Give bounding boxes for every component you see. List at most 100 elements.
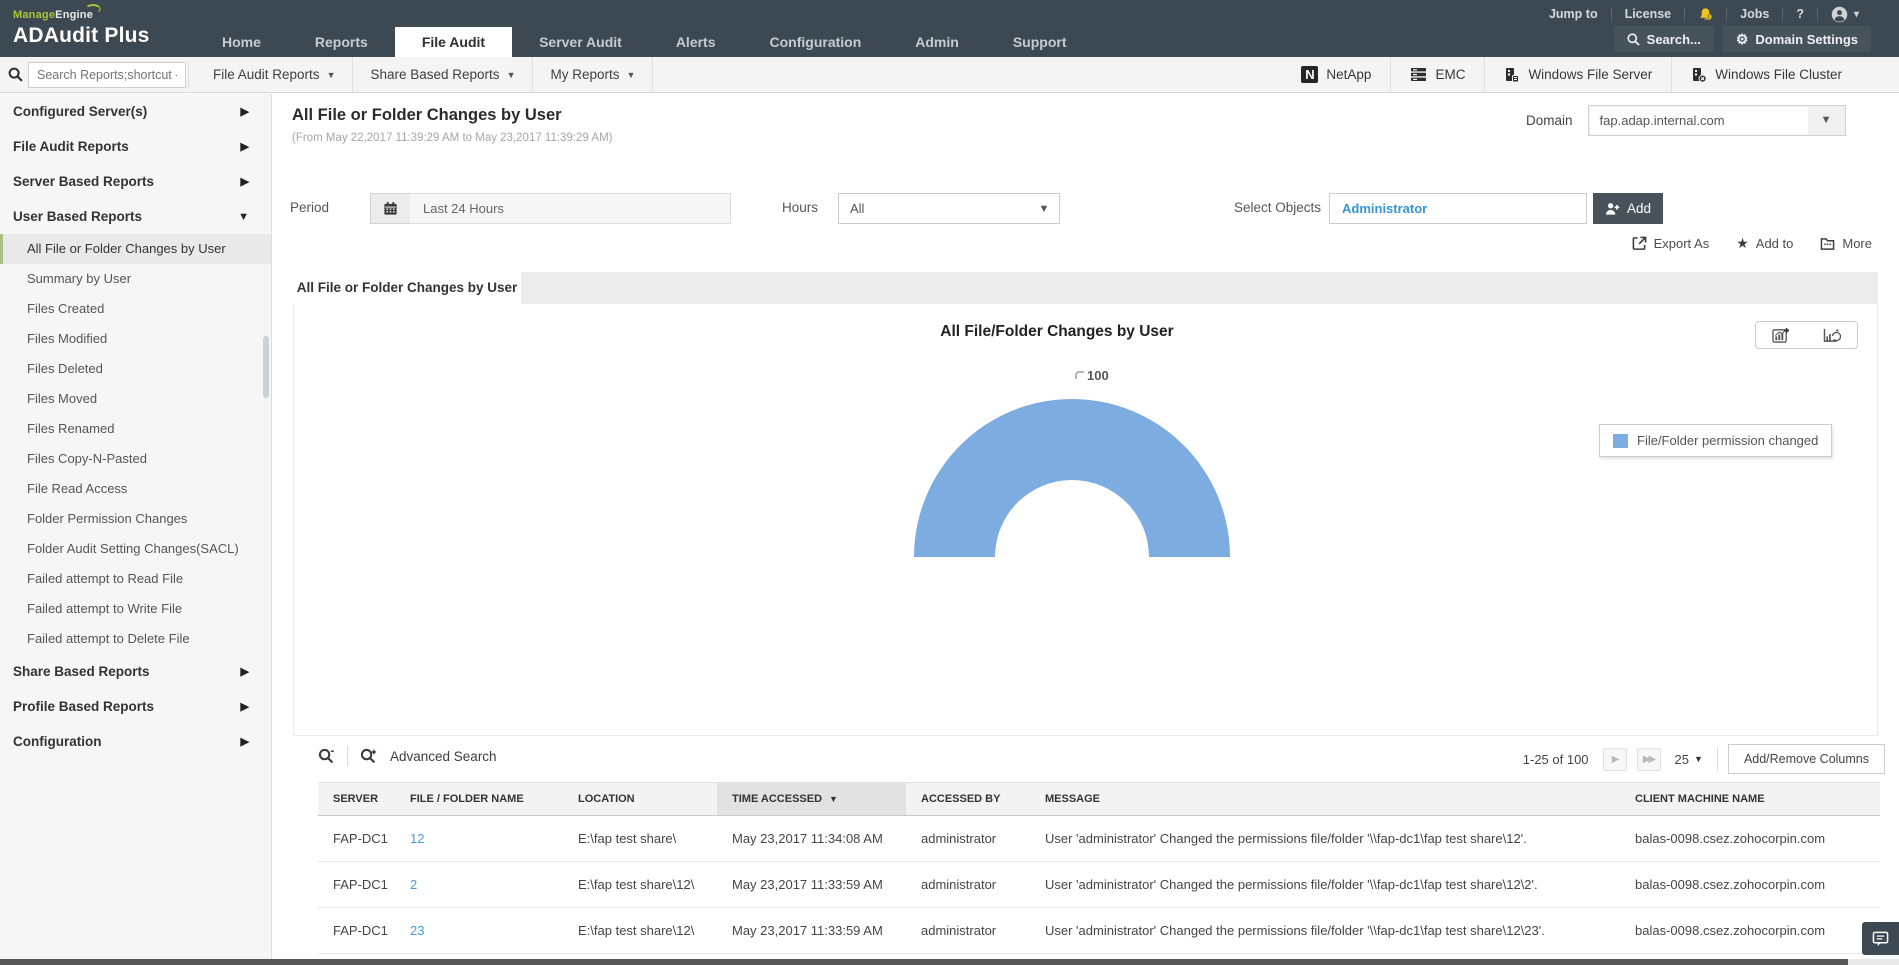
chart-panel: All File/Folder Changes by User 100 File… xyxy=(293,304,1878,736)
refresh-chart-icon[interactable] xyxy=(1823,327,1841,343)
sidebar-item-files-modified[interactable]: Files Modified xyxy=(0,324,271,354)
select-objects-field[interactable]: Administrator xyxy=(1329,193,1587,224)
nav-tab-home[interactable]: Home xyxy=(195,27,288,57)
results-table: SERVER FILE / FOLDER NAME LOCATION TIME … xyxy=(318,782,1880,954)
sidebar-item-all-file-folder-changes-by-user[interactable]: All File or Folder Changes by User xyxy=(0,234,271,264)
jump-to-link[interactable]: Jump to xyxy=(1549,7,1598,21)
report-content: All File or Folder Changes by User (From… xyxy=(273,94,1899,965)
export-as-button[interactable]: Export As xyxy=(1632,236,1710,251)
nav-tab-configuration[interactable]: Configuration xyxy=(743,27,889,57)
sidebar-item-files-created[interactable]: Files Created xyxy=(0,294,271,324)
column-search-icon[interactable] xyxy=(318,748,335,765)
cell-message: User 'administrator' Changed the permiss… xyxy=(1030,816,1620,862)
chart-legend[interactable]: File/Folder permission changed xyxy=(1599,424,1832,457)
nav-tab-file-audit[interactable]: File Audit xyxy=(395,27,512,57)
nav-tab-reports[interactable]: Reports xyxy=(288,27,395,57)
sidebar-item-failed-attempt-to-write-file[interactable]: Failed attempt to Write File xyxy=(0,594,271,624)
notification-bell-icon[interactable]: ! xyxy=(1698,7,1713,22)
file-folder-link[interactable]: 23 xyxy=(395,908,563,954)
column-header-message[interactable]: MESSAGE xyxy=(1030,783,1620,816)
cell-accessed-by: administrator xyxy=(906,816,1030,862)
brand-logo[interactable]: ManageEngine ADAudit Plus xyxy=(13,5,150,48)
menu-my-reports[interactable]: My Reports▼ xyxy=(533,57,653,92)
advanced-search-icon[interactable] xyxy=(360,748,378,765)
help-link[interactable]: ? xyxy=(1796,7,1804,21)
add-object-button[interactable]: Add xyxy=(1593,193,1663,224)
table-toolbar-left: Advanced Search xyxy=(318,746,497,766)
cell-message: User 'administrator' Changed the permiss… xyxy=(1030,908,1620,954)
sidebar-item-files-deleted[interactable]: Files Deleted xyxy=(0,354,271,384)
netapp-link[interactable]: N NetApp xyxy=(1282,57,1390,92)
sidebar-section-configuration[interactable]: Configuration▶ xyxy=(0,724,271,759)
more-button[interactable]: More xyxy=(1820,236,1872,251)
cell-time-accessed: May 23,2017 11:33:59 AM xyxy=(717,862,906,908)
horizontal-scrollbar-thumb[interactable] xyxy=(0,959,1848,965)
add-remove-columns-button[interactable]: Add/Remove Columns xyxy=(1728,744,1885,774)
sidebar-section-user-based-reports[interactable]: User Based Reports▼ xyxy=(0,199,271,234)
semi-donut-chart[interactable] xyxy=(914,399,1230,557)
column-header-server[interactable]: SERVER xyxy=(318,783,395,816)
file-folder-link[interactable]: 12 xyxy=(395,816,563,862)
hours-select[interactable]: All ▼ xyxy=(838,193,1060,224)
file-folder-link[interactable]: 2 xyxy=(395,862,563,908)
domain-settings-button[interactable]: ⚙ Domain Settings xyxy=(1723,26,1871,52)
windows-file-cluster-link[interactable]: Windows File Cluster xyxy=(1671,57,1861,92)
column-header-accessed-by[interactable]: ACCESSED BY xyxy=(906,783,1030,816)
nav-tab-support[interactable]: Support xyxy=(986,27,1094,57)
jobs-link[interactable]: Jobs xyxy=(1740,7,1769,21)
calendar-button[interactable] xyxy=(370,193,411,224)
sidebar-section-configured-servers[interactable]: Configured Server(s)▶ xyxy=(0,94,271,129)
nav-tab-server-audit[interactable]: Server Audit xyxy=(512,27,649,57)
period-label: Period xyxy=(290,200,329,215)
cell-accessed-by: administrator xyxy=(906,862,1030,908)
license-link[interactable]: License xyxy=(1625,7,1672,21)
chat-feedback-button[interactable] xyxy=(1862,922,1899,955)
divider xyxy=(1611,8,1612,21)
sidebar-item-failed-attempt-to-read-file[interactable]: Failed attempt to Read File xyxy=(0,564,271,594)
table-row: FAP-DC1 23 E:\fap test share\12\ May 23,… xyxy=(318,908,1880,954)
chevron-down-icon: ▾ xyxy=(1854,9,1859,20)
period-value-field[interactable]: Last 24 Hours xyxy=(410,193,731,224)
column-header-location[interactable]: LOCATION xyxy=(563,783,717,816)
chevron-down-icon: ▼ xyxy=(327,70,336,80)
sidebar-item-files-copy-n-pasted[interactable]: Files Copy-N-Pasted xyxy=(0,444,271,474)
global-search-button[interactable]: Search... xyxy=(1614,26,1714,52)
table-header-row: SERVER FILE / FOLDER NAME LOCATION TIME … xyxy=(318,783,1880,816)
sidebar-scrollbar[interactable] xyxy=(263,336,269,398)
sidebar-item-files-renamed[interactable]: Files Renamed xyxy=(0,414,271,444)
page-size-select[interactable]: 25 ▼ xyxy=(1675,752,1703,767)
sidebar-section-file-audit-reports[interactable]: File Audit Reports▶ xyxy=(0,129,271,164)
add-chart-icon[interactable] xyxy=(1772,327,1790,343)
column-header-time-accessed[interactable]: TIME ACCESSED▼ xyxy=(717,783,906,816)
column-header-file-folder-name[interactable]: FILE / FOLDER NAME xyxy=(395,783,563,816)
sidebar-item-folder-audit-setting-changes-sacl[interactable]: Folder Audit Setting Changes(SACL) xyxy=(0,534,271,564)
domain-select[interactable]: fap.adap.internal.com ▼ xyxy=(1588,105,1846,136)
add-to-favorites-button[interactable]: ★ Add to xyxy=(1736,235,1793,252)
sidebar-item-files-moved[interactable]: Files Moved xyxy=(0,384,271,414)
chevron-down-icon: ▼ xyxy=(1029,203,1059,215)
sidebar-section-share-based-reports[interactable]: Share Based Reports▶ xyxy=(0,654,271,689)
sidebar-item-file-read-access[interactable]: File Read Access xyxy=(0,474,271,504)
menu-file-audit-reports[interactable]: File Audit Reports▼ xyxy=(196,57,353,92)
column-header-client-machine-name[interactable]: CLIENT MACHINE NAME xyxy=(1620,783,1880,816)
user-menu[interactable]: ▾ xyxy=(1831,6,1859,23)
next-page-button[interactable]: ▶ xyxy=(1603,748,1627,771)
report-tab-strip: All File or Folder Changes by User xyxy=(293,272,1878,304)
sidebar-item-failed-attempt-to-delete-file[interactable]: Failed attempt to Delete File xyxy=(0,624,271,654)
main-nav: Home Reports File Audit Server Audit Ale… xyxy=(195,27,1093,57)
emc-link[interactable]: EMC xyxy=(1390,57,1484,92)
menu-share-based-reports[interactable]: Share Based Reports▼ xyxy=(353,57,533,92)
sidebar-section-server-based-reports[interactable]: Server Based Reports▶ xyxy=(0,164,271,199)
tab-all-file-folder-changes-by-user[interactable]: All File or Folder Changes by User xyxy=(293,272,521,304)
last-page-button[interactable]: ▶▶ xyxy=(1637,748,1661,771)
nav-tab-admin[interactable]: Admin xyxy=(888,27,986,57)
cell-server: FAP-DC1 xyxy=(318,816,395,862)
sidebar-item-summary-by-user[interactable]: Summary by User xyxy=(0,264,271,294)
sidebar-section-profile-based-reports[interactable]: Profile Based Reports▶ xyxy=(0,689,271,724)
advanced-search-label[interactable]: Advanced Search xyxy=(390,749,497,764)
report-search-input[interactable] xyxy=(28,62,186,88)
windows-file-server-link[interactable]: Windows File Server xyxy=(1484,57,1671,92)
sidebar-item-folder-permission-changes[interactable]: Folder Permission Changes xyxy=(0,504,271,534)
nav-tab-alerts[interactable]: Alerts xyxy=(649,27,743,57)
svg-text:!: ! xyxy=(1708,15,1710,21)
